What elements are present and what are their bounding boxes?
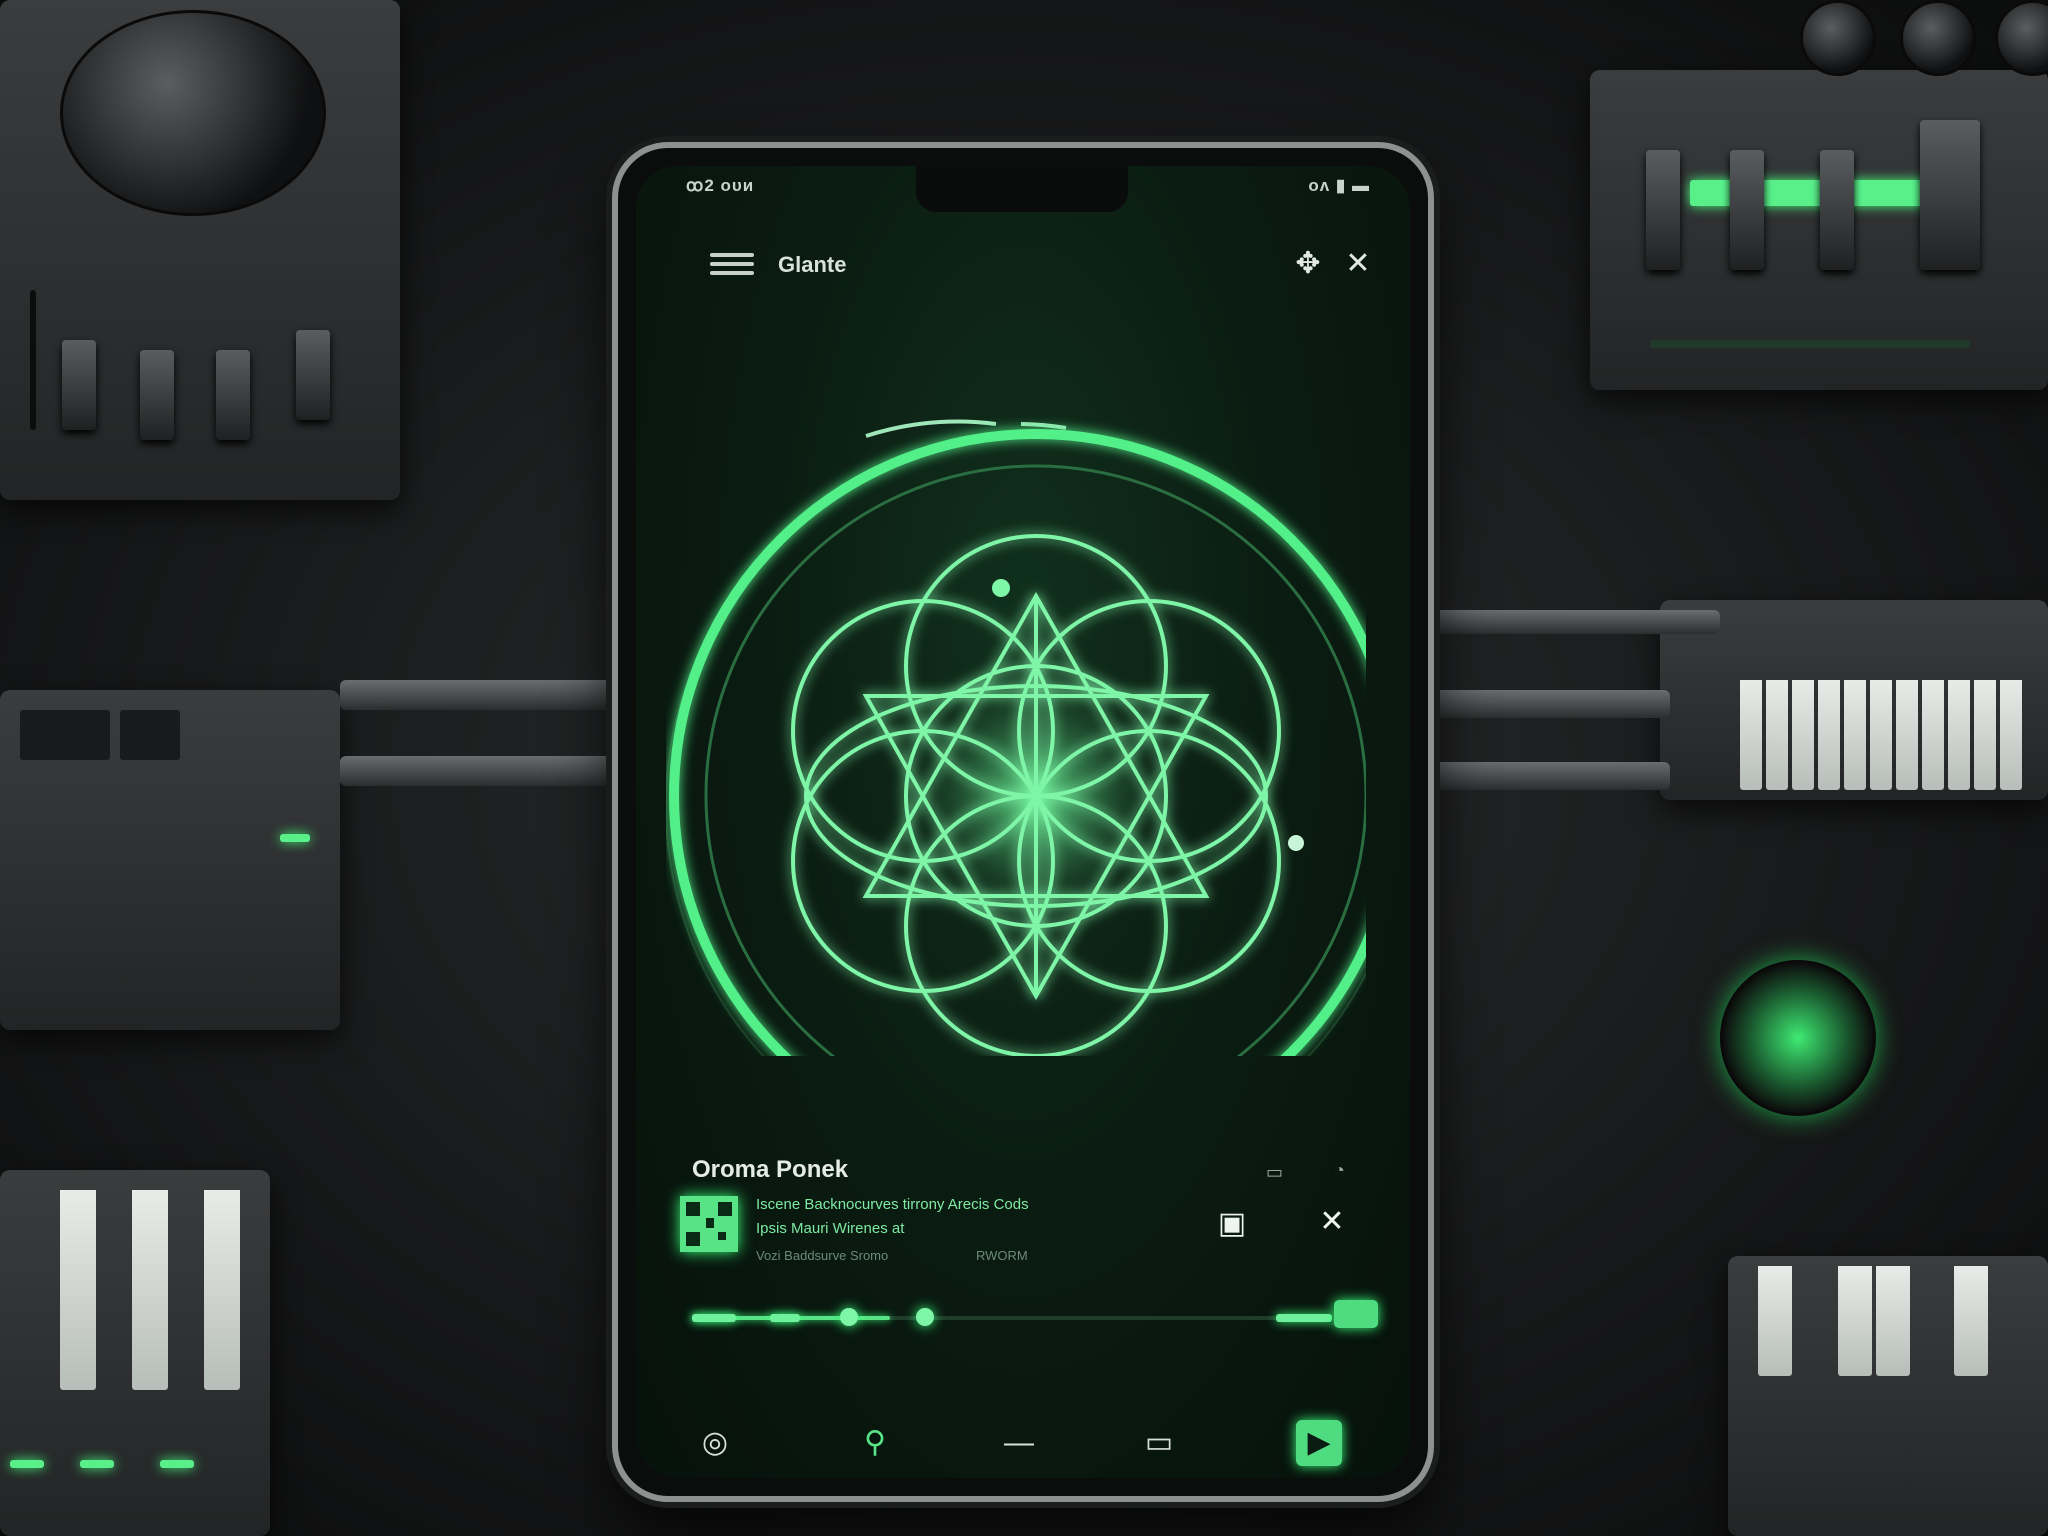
progress-marker[interactable] [840, 1308, 858, 1326]
status-left: ꝏ2 ᴏᴜᴎ [686, 176, 755, 195]
marker-dot [1288, 835, 1304, 851]
close-icon[interactable]: ✕ [1338, 244, 1378, 284]
phone: ꝏ2 ᴏᴜᴎ ᴏᴧ ▮ ▬ Glante ✥ ✕ Oroma Ponek ▭ ◔… [612, 142, 1434, 1502]
camera-notch [916, 166, 1128, 212]
track-info-line-1: Iscene Backnocurves tirrony Arecis Cods [756, 1196, 1029, 1213]
piano-key [2000, 680, 2022, 790]
piano-key [1974, 680, 1996, 790]
piano-key [1922, 680, 1944, 790]
led [280, 834, 310, 842]
hamburger-menu-icon[interactable] [706, 248, 758, 282]
nav-divider: — [1004, 1426, 1034, 1459]
led [20, 710, 110, 760]
piano-key [1838, 1266, 1872, 1376]
led [1650, 340, 1970, 348]
green-glow-knob [1720, 960, 1876, 1116]
keys-right [1728, 1256, 2048, 1536]
marker-dot [992, 579, 1010, 597]
fader [140, 350, 174, 440]
progress-segment [1276, 1314, 1332, 1322]
piano-key [1876, 1266, 1910, 1376]
album-card-icon[interactable]: ▣ [1210, 1206, 1254, 1241]
track-info-line-2: Ipsis Mauri Wirenes at [756, 1220, 905, 1237]
app-title: Glante [778, 252, 847, 277]
piano-key [132, 1190, 168, 1390]
search-icon[interactable]: ⚲ [852, 1420, 898, 1466]
piano-key [1954, 1266, 1988, 1376]
led [80, 1460, 114, 1468]
piano-key [1896, 680, 1918, 790]
piano-key [1818, 680, 1840, 790]
audio-visualizer [666, 419, 1366, 1056]
top-knob [1800, 0, 1876, 76]
fader [216, 350, 250, 440]
cable [1400, 610, 1720, 634]
fader [1920, 120, 1980, 270]
album-art-qr[interactable] [680, 1196, 738, 1252]
orbit-arc [865, 419, 997, 438]
cable [340, 680, 630, 710]
progress-handle[interactable] [916, 1308, 934, 1326]
led [160, 1460, 194, 1468]
flower-of-life [791, 534, 1281, 1056]
status-right: ᴏᴧ ▮ ▬ [1308, 176, 1370, 195]
progress-segment [692, 1314, 736, 1322]
timer-icon[interactable]: ◔ [1334, 1160, 1345, 1181]
queue-button[interactable] [1334, 1300, 1378, 1328]
piano-key [204, 1190, 240, 1390]
controller-left [0, 690, 340, 1030]
fader [1646, 150, 1680, 270]
piano-key [1948, 680, 1970, 790]
piano-key [1758, 1266, 1792, 1376]
orbit-arc [1020, 422, 1067, 430]
library-icon[interactable]: ▭ [1136, 1420, 1182, 1466]
piano-key [1870, 680, 1892, 790]
keys-left [0, 1170, 270, 1536]
piano-key [60, 1190, 96, 1390]
piano-key [1766, 680, 1788, 790]
track-info-line-3: Vozi Baddsurve Sromo [756, 1248, 889, 1263]
piano-key [1844, 680, 1866, 790]
fader [296, 330, 330, 420]
phone-screen: ꝏ2 ᴏᴜᴎ ᴏᴧ ▮ ▬ Glante ✥ ✕ Oroma Ponek ▭ ◔… [636, 166, 1410, 1478]
cable [1400, 690, 1670, 718]
piano-key [1740, 680, 1762, 790]
mixer-top-right [1590, 70, 2048, 390]
jog-wheel [60, 10, 326, 216]
fader [1730, 150, 1764, 270]
play-icon[interactable]: ▶ [1296, 1420, 1342, 1466]
home-icon[interactable]: ◎ [692, 1420, 738, 1466]
cable [1400, 762, 1670, 790]
top-knob [1900, 0, 1976, 76]
piano-key [1792, 680, 1814, 790]
led [10, 1460, 44, 1468]
bottom-nav: ◎ ⚲ — ▭ ▶ [636, 1406, 1410, 1476]
track-info-line-3-right: RWORM [976, 1248, 1028, 1263]
shuffle-cross-icon[interactable]: ✕ [1310, 1204, 1354, 1239]
fader [62, 340, 96, 430]
fader [1820, 150, 1854, 270]
led [120, 710, 180, 760]
track-title: Oroma Ponek [692, 1156, 849, 1183]
cable [340, 756, 630, 786]
cast-icon[interactable]: ▭ [1266, 1162, 1283, 1183]
fader-slot [30, 290, 36, 430]
bluetooth-icon[interactable]: ✥ [1288, 244, 1328, 284]
progress-segment [770, 1314, 800, 1322]
mixer-top-left [0, 0, 400, 500]
